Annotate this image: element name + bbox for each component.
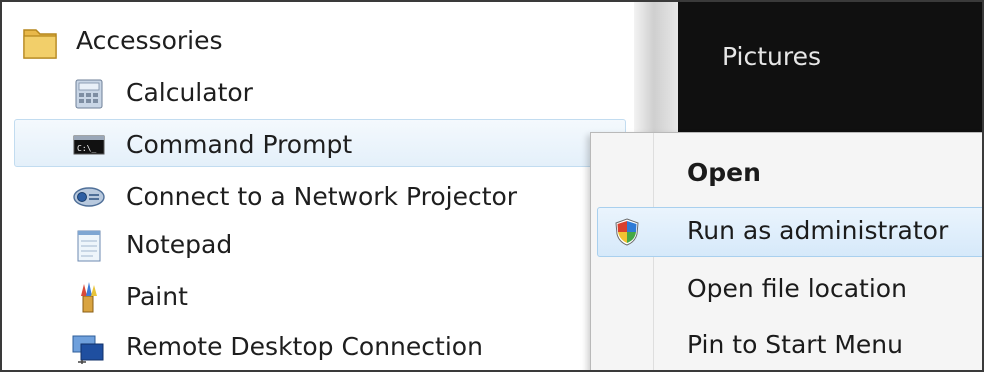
menu-item-notepad[interactable]: Notepad: [2, 220, 612, 270]
calculator-icon: [75, 79, 103, 109]
context-item-label: Open file location: [687, 274, 907, 303]
menu-item-calculator[interactable]: Calculator: [2, 68, 612, 118]
folder-accessories[interactable]: Accessories: [2, 16, 612, 66]
folder-icon: [23, 29, 57, 59]
menu-item-label: Connect to a Network Projector: [126, 182, 518, 211]
program-list: Accessories Calculator C:\_ Command Prom: [2, 2, 634, 370]
svg-text:C:\_: C:\_: [77, 144, 96, 153]
menu-item-command-prompt[interactable]: C:\_ Command Prompt: [2, 120, 612, 170]
menu-item-label: Paint: [126, 282, 188, 311]
context-menu: Open Run as administrator Open file loca…: [590, 132, 982, 370]
folder-label: Accessories: [76, 26, 223, 55]
command-prompt-icon: C:\_: [73, 135, 105, 155]
menu-item-label: Command Prompt: [126, 130, 353, 159]
menu-item-label: Remote Desktop Connection: [126, 332, 483, 361]
pictures-link[interactable]: Pictures: [722, 42, 821, 71]
paint-icon: [81, 282, 97, 313]
context-item-run-as-administrator[interactable]: Run as administrator: [591, 203, 982, 259]
menu-item-remote-desktop[interactable]: Remote Desktop Connection: [2, 322, 612, 370]
context-item-label: Open: [687, 158, 761, 187]
context-item-open-file-location[interactable]: Open file location: [591, 261, 982, 317]
menu-item-paint[interactable]: Paint: [2, 272, 612, 322]
menu-item-label: Notepad: [126, 230, 233, 259]
start-menu-window: Accessories Calculator C:\_ Command Prom: [0, 0, 984, 372]
menu-item-label: Calculator: [126, 78, 253, 107]
shield-icon: [615, 218, 639, 246]
context-item-pin-to-start-menu[interactable]: Pin to Start Menu: [591, 317, 982, 370]
menu-item-network-projector[interactable]: Connect to a Network Projector: [2, 172, 612, 222]
remote-desktop-icon: [72, 335, 104, 364]
notepad-icon: [77, 230, 101, 262]
context-item-label: Run as administrator: [687, 216, 949, 245]
context-item-open[interactable]: Open: [591, 145, 982, 201]
network-projector-icon: [73, 187, 105, 207]
context-item-label: Pin to Start Menu: [687, 330, 903, 359]
